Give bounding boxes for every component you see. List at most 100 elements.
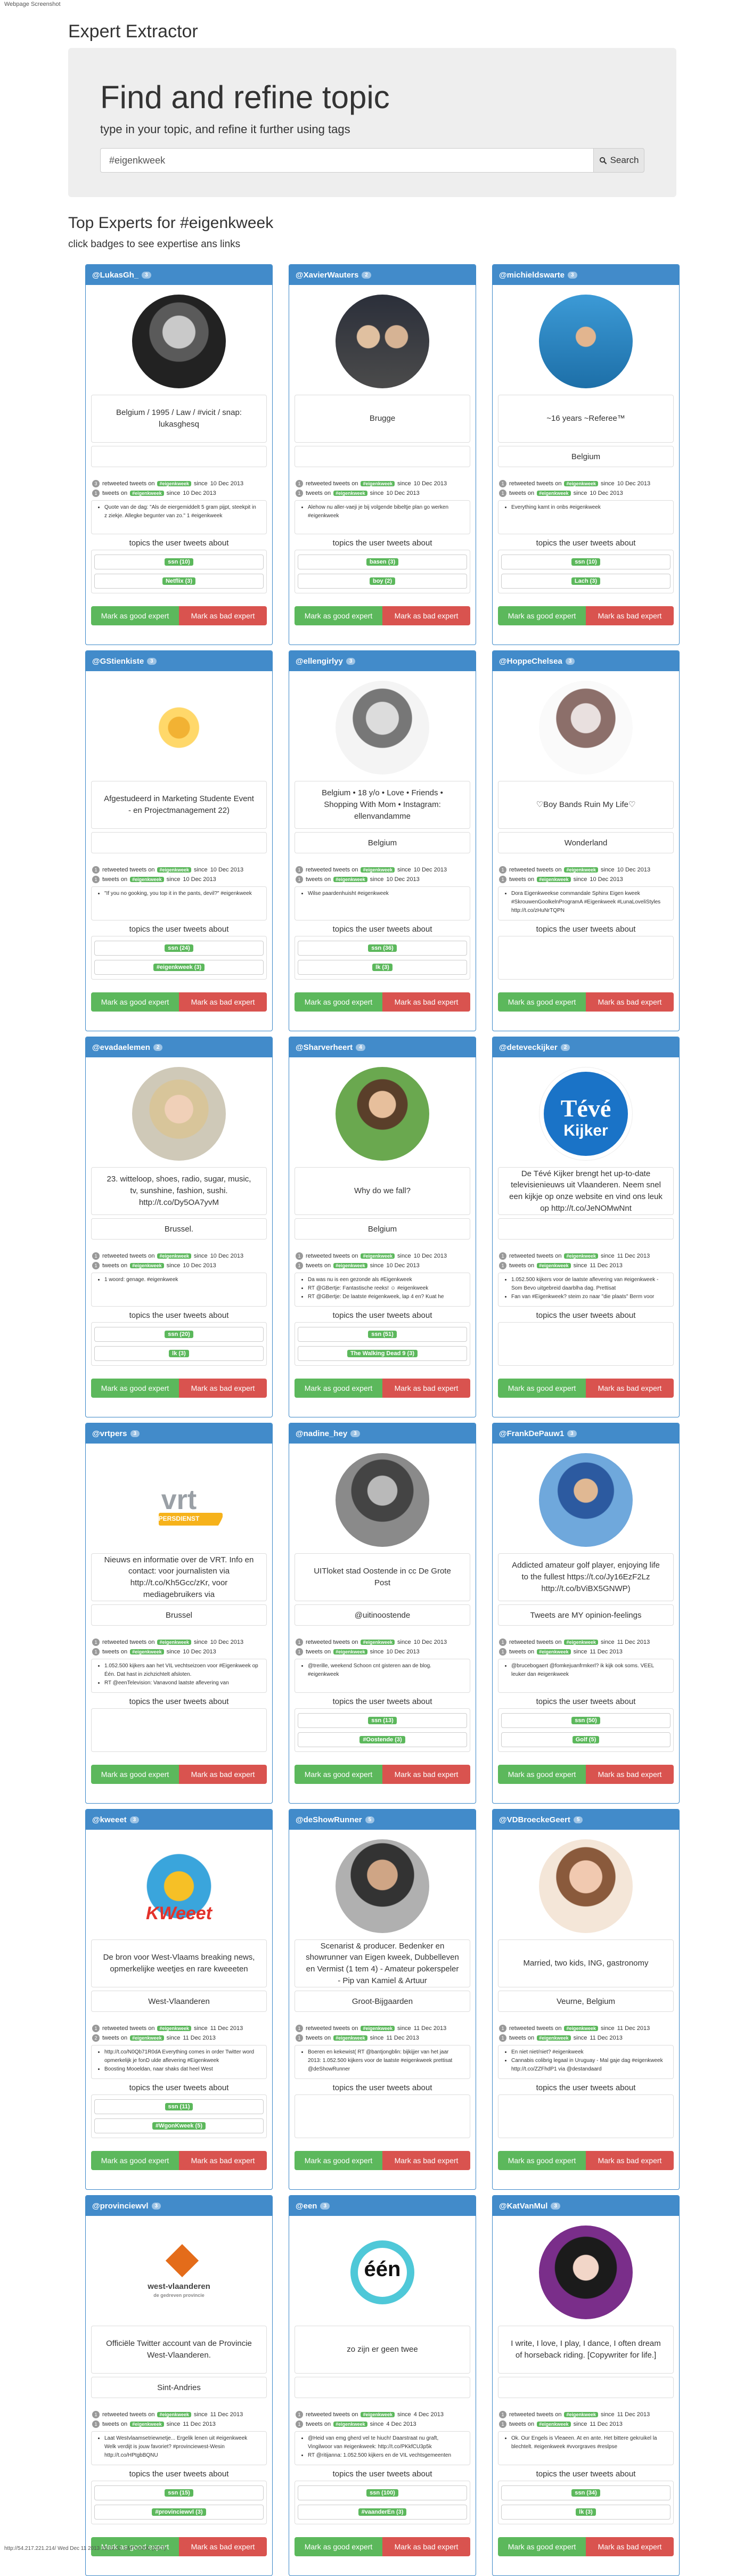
topic-badge[interactable]: #Oostende (3) [359, 1736, 405, 1743]
hashtag-badge: #eigenkweek [333, 877, 367, 882]
expert-handle[interactable]: @VDBroeckeGeert [499, 1815, 570, 1824]
mark-good-button[interactable]: Mark as good expert [295, 1765, 382, 1784]
topic-badge[interactable]: basen (3) [366, 558, 399, 566]
topic-badge[interactable]: #eigenkweek (3) [153, 964, 205, 971]
mark-bad-button[interactable]: Mark as bad expert [586, 2151, 674, 2170]
mark-bad-button[interactable]: Mark as bad expert [586, 606, 674, 625]
retweet-since-date: 10 Dec 2013 [210, 1253, 244, 1259]
expert-handle[interactable]: @deShowRunner [296, 1815, 362, 1824]
expert-card-header: @LukasGh_ 3 [86, 265, 272, 285]
topic-badge[interactable]: ssn (13) [368, 1717, 397, 1724]
topic-badge[interactable]: ssn (34) [571, 2489, 600, 2497]
expert-handle[interactable]: @evadaelemen [92, 1043, 150, 1052]
expert-handle[interactable]: @nadine_hey [296, 1429, 347, 1438]
topic-badge[interactable]: Lach (3) [571, 577, 601, 585]
avatar: Tévé Kijker [539, 1067, 633, 1161]
tweet-stat-prefix: tweets on [509, 1649, 535, 1655]
expert-handle[interactable]: @Sharverheert [296, 1043, 353, 1052]
topic-badge[interactable]: #WgonKweek (5) [152, 2122, 206, 2130]
topic-badge[interactable]: The Walking Dead 9 (3) [347, 1350, 418, 1357]
topic-badge[interactable]: ssn (100) [366, 2489, 398, 2497]
mark-bad-button[interactable]: Mark as bad expert [179, 1765, 267, 1784]
expert-handle[interactable]: @een [296, 2202, 317, 2211]
tweet-count-badge: 1 [296, 490, 303, 497]
topic-badge[interactable]: ssn (51) [368, 1331, 397, 1338]
mark-good-button[interactable]: Mark as good expert [295, 992, 382, 1012]
tweet-item: RT @ritijanna: 1.052.500 kijkers en de V… [308, 2451, 463, 2460]
retweet-count-badge: 1 [92, 1638, 100, 1646]
expert-card-header: @deteveckijker 2 [493, 1037, 679, 1057]
tweet-item: Dora Eigenkweekse commandale Sphinx Eige… [511, 890, 667, 915]
expert-handle[interactable]: @LukasGh_ [92, 271, 138, 280]
mark-bad-button[interactable]: Mark as bad expert [382, 606, 470, 625]
expert-handle[interactable]: @FrankDePauw1 [499, 1429, 564, 1438]
topic-badge[interactable]: #vaanderEn (3) [358, 2508, 407, 2516]
tweet-stat: 1 tweets on #eigenkweek since 10 Dec 201… [296, 875, 469, 884]
mark-good-button[interactable]: Mark as good expert [91, 1379, 179, 1398]
tweet-stats: 1 retweeted tweets on #eigenkweek since … [92, 2024, 266, 2043]
mark-good-button[interactable]: Mark as good expert [498, 2151, 586, 2170]
topic-badge[interactable]: lk (3) [169, 1350, 189, 1357]
mark-good-button[interactable]: Mark as good expert [295, 1379, 382, 1398]
retweet-stat: 1 retweeted tweets on #eigenkweek since … [296, 1251, 469, 1261]
topic-badge[interactable]: ssn (10) [571, 558, 600, 566]
hashtag-badge: #eigenkweek [564, 2412, 598, 2417]
mark-good-button[interactable]: Mark as good expert [91, 2151, 179, 2170]
mark-good-button[interactable]: Mark as good expert [91, 992, 179, 1012]
hashtag-badge: #eigenkweek [130, 2422, 164, 2427]
mark-bad-button[interactable]: Mark as bad expert [179, 2151, 267, 2170]
tweet-item: Boosting Mooeldan, naar shaks dat heel W… [104, 2065, 260, 2074]
mark-bad-button[interactable]: Mark as bad expert [179, 992, 267, 1012]
mark-bad-button[interactable]: Mark as bad expert [586, 992, 674, 1012]
search-button[interactable]: Search [593, 148, 644, 173]
topic-badge[interactable]: lk (3) [372, 964, 393, 971]
expert-handle[interactable]: @deteveckijker [499, 1043, 558, 1052]
topic-badge[interactable]: Netflix (3) [162, 577, 196, 585]
expert-handle[interactable]: @GStienkiste [92, 657, 144, 666]
expert-handle[interactable]: @michieldswarte [499, 271, 565, 280]
topic-badge[interactable]: ssn (15) [165, 2489, 193, 2497]
expert-handle[interactable]: @HoppeChelsea [499, 657, 562, 666]
topic-badge[interactable]: ssn (50) [571, 1717, 600, 1724]
expert-handle[interactable]: @KatVanMul [499, 2202, 547, 2211]
topic-badge[interactable]: ssn (20) [165, 1331, 193, 1338]
topic-search-input[interactable] [100, 148, 593, 173]
expert-card: @LukasGh_ 3 Belgium / 1995 / Law / #vici… [85, 264, 273, 645]
tweet-stats: 1 retweeted tweets on #eigenkweek since … [499, 2024, 673, 2043]
topic-badge[interactable]: ssn (11) [165, 2103, 193, 2110]
expert-handle[interactable]: @XavierWauters [296, 271, 358, 280]
topic-badge[interactable]: ssn (24) [165, 944, 193, 952]
mark-bad-button[interactable]: Mark as bad expert [382, 1765, 470, 1784]
mark-good-button[interactable]: Mark as good expert [498, 1765, 586, 1784]
brand-title[interactable]: Expert Extractor [68, 21, 198, 42]
mark-bad-button[interactable]: Mark as bad expert [382, 992, 470, 1012]
expert-handle[interactable]: @ellengirlyy [296, 657, 343, 666]
mark-good-button[interactable]: Mark as good expert [295, 606, 382, 625]
topic-badge[interactable]: ssn (36) [368, 944, 397, 952]
mark-bad-button[interactable]: Mark as bad expert [179, 606, 267, 625]
expert-handle[interactable]: @provinciewvl [92, 2202, 149, 2211]
topic-badge[interactable]: lk (3) [576, 2508, 596, 2516]
expert-handle[interactable]: @kweeet [92, 1815, 127, 1824]
mark-good-button[interactable]: Mark as good expert [295, 2151, 382, 2170]
mark-bad-button[interactable]: Mark as bad expert [382, 2151, 470, 2170]
mark-bad-button[interactable]: Mark as bad expert [179, 1379, 267, 1398]
retweet-stat-prefix: retweeted tweets on [509, 1253, 562, 1259]
topic-badge[interactable]: ssn (10) [165, 558, 193, 566]
search-icon [599, 157, 607, 164]
mark-good-button[interactable]: Mark as good expert [91, 606, 179, 625]
tweet-since-date: 10 Dec 2013 [386, 876, 420, 883]
topic-badge[interactable]: boy (2) [369, 577, 396, 585]
mark-good-button[interactable]: Mark as good expert [91, 1765, 179, 1784]
mark-bad-button[interactable]: Mark as bad expert [586, 1379, 674, 1398]
mark-good-button[interactable]: Mark as good expert [498, 606, 586, 625]
mark-bad-button[interactable]: Mark as bad expert [586, 1765, 674, 1784]
tweet-stats: 1 retweeted tweets on #eigenkweek since … [92, 1637, 266, 1657]
expert-handle[interactable]: @vrtpers [92, 1429, 127, 1438]
mark-good-button[interactable]: Mark as good expert [498, 1379, 586, 1398]
mark-good-button[interactable]: Mark as good expert [498, 992, 586, 1012]
topic-badge[interactable]: #provinciewvl (3) [152, 2508, 206, 2516]
mark-bad-button[interactable]: Mark as bad expert [382, 1379, 470, 1398]
topic-badge[interactable]: Golf (5) [572, 1736, 600, 1743]
tweet-stat: 1 tweets on #eigenkweek since 10 Dec 201… [296, 1647, 469, 1657]
